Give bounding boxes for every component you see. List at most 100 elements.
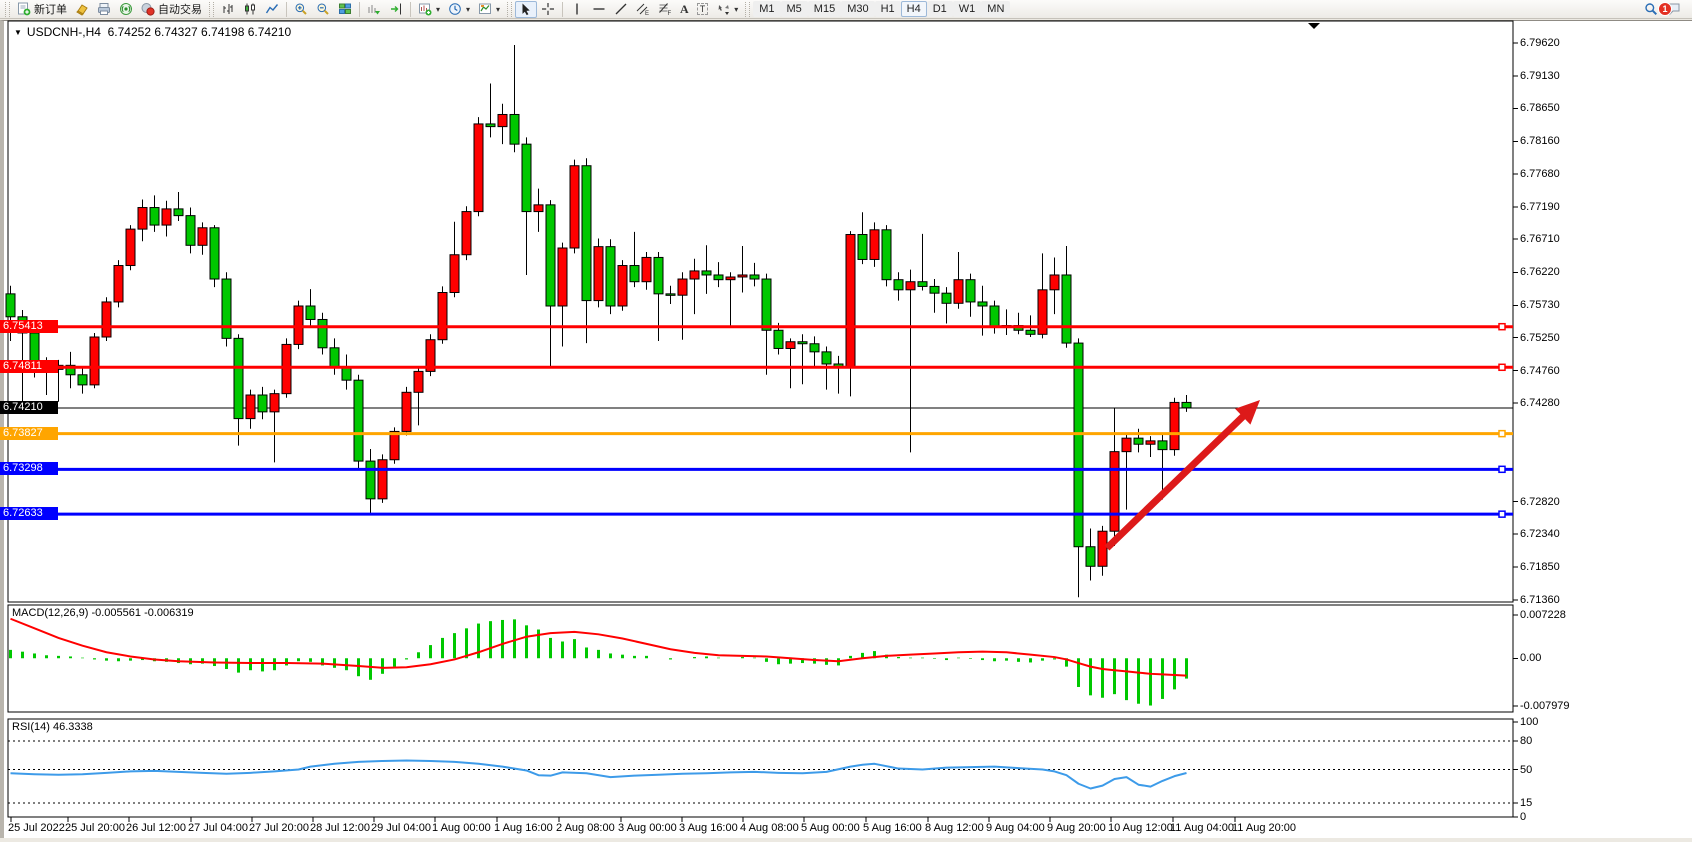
horizontal-line-tool-button[interactable] (588, 1, 610, 18)
price-axis-label: 6.72820 (1520, 496, 1560, 508)
templates-button[interactable]: ▾ (474, 1, 504, 18)
chart-symbol-period: USDCNH-,H4 (27, 25, 101, 39)
zoom-in-button[interactable] (290, 1, 312, 18)
price-axis-label: 6.77190 (1520, 201, 1560, 213)
horizontal-line-icon (592, 2, 606, 16)
template-icon (478, 2, 492, 16)
auto-scroll-button[interactable] (363, 1, 385, 18)
time-axis-label: 8 Aug 12:00 (925, 822, 984, 834)
time-axis-label: 29 Jul 04:00 (371, 822, 431, 834)
timeframe-mn-button[interactable]: MN (981, 1, 1010, 17)
text-label-tool-button[interactable]: T (693, 1, 713, 18)
chart-shift-button[interactable] (385, 1, 407, 18)
channel-tool-button[interactable]: E (632, 1, 654, 18)
trendline-icon (614, 2, 628, 16)
time-axis-label: 3 Aug 00:00 (618, 822, 677, 834)
price-axis-label: 6.79620 (1520, 37, 1560, 49)
price-line-tag: 6.72633 (0, 507, 58, 520)
chart-shift-icon (389, 2, 403, 16)
timeframe-m15-button[interactable]: M15 (808, 1, 841, 17)
toolbar-separator (359, 2, 360, 17)
chart-window[interactable] (0, 20, 1692, 838)
new-order-label: 新订单 (34, 1, 67, 17)
current-price-tag: 6.74210 (0, 401, 58, 414)
bar-chart-mode-button[interactable] (217, 1, 239, 18)
vertical-line-tool-button[interactable] (566, 1, 588, 18)
rsi-axis-label: 15 (1520, 797, 1532, 809)
time-axis-label: 2 Aug 08:00 (556, 822, 615, 834)
time-axis-label: 27 Jul 20:00 (249, 822, 309, 834)
rsi-axis-label: 100 (1520, 716, 1538, 728)
candlestick-icon (243, 2, 257, 16)
crosshair-tool-button[interactable] (537, 1, 559, 18)
time-axis-label: 5 Aug 16:00 (863, 822, 922, 834)
toolbar-grip (745, 2, 750, 17)
timeframe-d1-button[interactable]: D1 (927, 1, 953, 17)
timeframe-m1-button[interactable]: M1 (753, 1, 780, 17)
price-axis-label: 6.76220 (1520, 266, 1560, 278)
toolbar-separator (562, 2, 563, 17)
toolbar-grip (507, 2, 512, 17)
auto-trading-label: 自动交易 (158, 1, 202, 17)
yellow-eraser-icon (75, 2, 89, 16)
chart-ohlc-values: 6.74252 6.74327 6.74198 6.74210 (108, 25, 292, 39)
fibonacci-tool-button[interactable]: F (654, 1, 676, 18)
toolbar-separator (410, 2, 411, 17)
time-axis-label: 25 Jul 20:00 (65, 822, 125, 834)
time-axis-label: 1 Aug 00:00 (432, 822, 491, 834)
price-line-tag: 6.73827 (0, 427, 58, 440)
price-line-tag: 6.74811 (0, 360, 58, 373)
time-axis-label: 9 Aug 04:00 (986, 822, 1045, 834)
time-axis-label: 28 Jul 12:00 (310, 822, 370, 834)
cursor-icon (519, 2, 533, 16)
price-axis-label: 6.77680 (1520, 168, 1560, 180)
time-axis-label: 5 Aug 00:00 (801, 822, 860, 834)
notifications-button[interactable]: 1 (1662, 1, 1684, 18)
cursor-tool-button[interactable] (515, 1, 537, 18)
toolbar-grip (209, 2, 214, 17)
printer-icon (97, 2, 111, 16)
equidistant-channel-icon: E (636, 2, 650, 16)
periods-button[interactable]: ▾ (444, 1, 474, 18)
price-axis-label: 6.75730 (1520, 299, 1560, 311)
price-axis-label: 6.71850 (1520, 561, 1560, 573)
text-tool-button[interactable]: A (676, 1, 693, 18)
zoom-out-icon (316, 2, 330, 16)
print-button[interactable] (93, 1, 115, 18)
price-axis-label: 6.74280 (1520, 397, 1560, 409)
candlestick-mode-button[interactable] (239, 1, 261, 18)
price-line-tag: 6.73298 (0, 462, 58, 475)
chevron-down-icon: ▾ (436, 5, 440, 14)
new-chart-icon (418, 2, 432, 16)
signal-icon (119, 2, 133, 16)
tile-windows-icon (338, 2, 352, 16)
signals-button[interactable] (115, 1, 137, 18)
timeframe-h4-button[interactable]: H4 (901, 1, 927, 17)
new-order-button[interactable]: 新订单 (13, 1, 71, 18)
arrows-tool-button[interactable]: ▾ (712, 1, 742, 18)
time-axis-label: 4 Aug 08:00 (740, 822, 799, 834)
line-chart-mode-button[interactable] (261, 1, 283, 18)
timeframe-m30-button[interactable]: M30 (841, 1, 874, 17)
time-axis-label: 26 Jul 12:00 (126, 822, 186, 834)
text-label-icon: T (697, 3, 709, 15)
chart-header: ▼USDCNH-,H4 6.74252 6.74327 6.74198 6.74… (14, 25, 291, 39)
price-line-tag: 6.75413 (0, 320, 58, 333)
tile-windows-button[interactable] (334, 1, 356, 18)
timeframe-m5-button[interactable]: M5 (781, 1, 808, 17)
vertical-line-icon (570, 2, 584, 16)
chevron-down-icon: ▾ (734, 5, 738, 14)
zoom-out-button[interactable] (312, 1, 334, 18)
timeframe-h1-button[interactable]: H1 (875, 1, 901, 17)
new-chart-button[interactable]: ▾ (414, 1, 444, 18)
rsi-indicator-label: RSI(14) 46.3338 (12, 721, 93, 733)
styler-button[interactable] (71, 1, 93, 18)
notification-badge: 1 (1658, 2, 1672, 16)
trendline-tool-button[interactable] (610, 1, 632, 18)
price-axis-label: 6.75250 (1520, 332, 1560, 344)
timeframe-w1-button[interactable]: W1 (953, 1, 982, 17)
line-chart-icon (265, 2, 279, 16)
auto-trading-button[interactable]: 自动交易 (137, 1, 206, 18)
rsi-axis-label: 0 (1520, 811, 1526, 823)
macd-indicator-label: MACD(12,26,9) -0.005561 -0.006319 (12, 607, 194, 619)
